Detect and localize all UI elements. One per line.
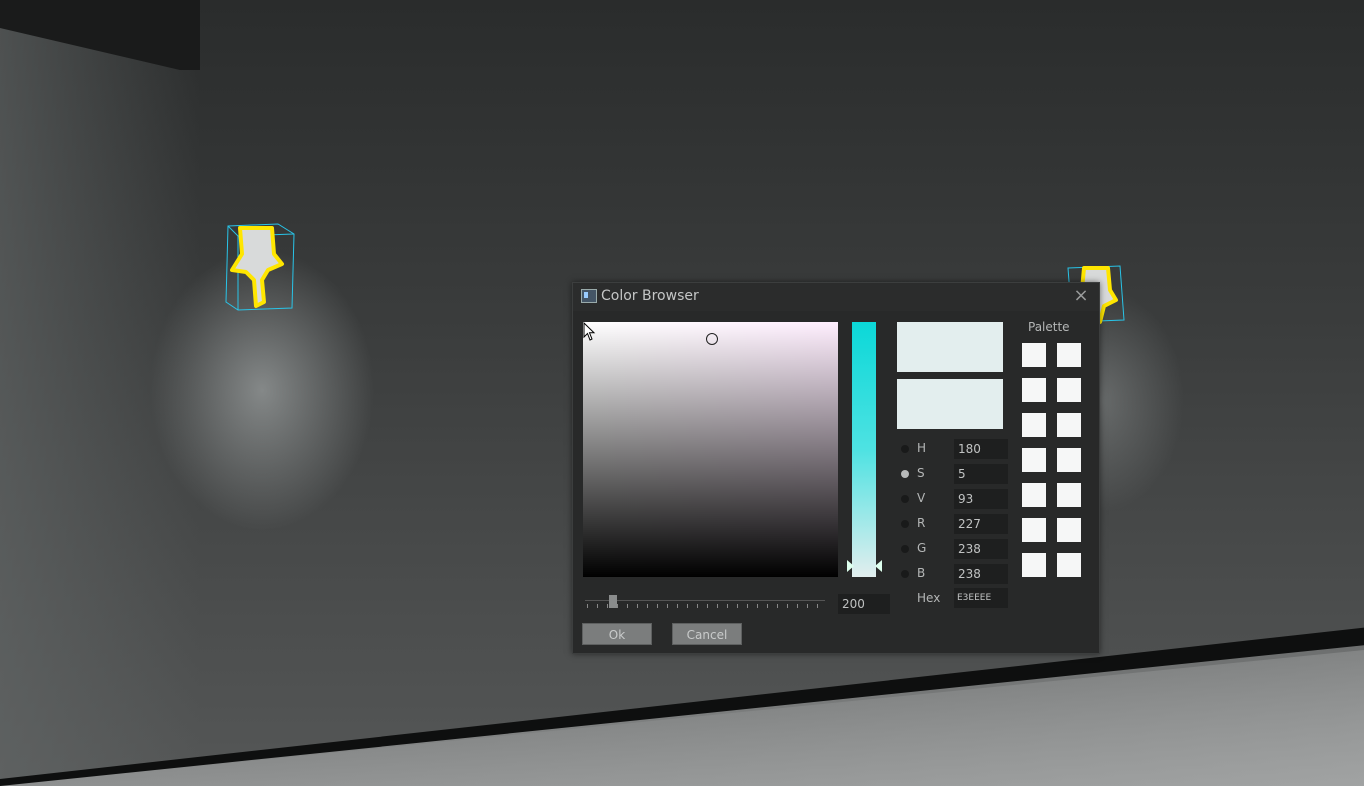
slider-tick bbox=[707, 604, 708, 608]
palette-swatch[interactable] bbox=[1022, 343, 1046, 367]
dialog-titlebar[interactable]: Color Browser × bbox=[573, 283, 1099, 311]
color-browser-icon bbox=[581, 289, 597, 303]
spot-light-gizmo-icon bbox=[225, 223, 295, 311]
param-label: V bbox=[917, 491, 926, 505]
palette-title: Palette bbox=[1028, 320, 1070, 334]
param-label: G bbox=[917, 541, 927, 555]
close-icon[interactable]: × bbox=[1073, 286, 1089, 306]
hue-marker-left-icon[interactable] bbox=[847, 560, 854, 572]
slider-tick bbox=[687, 604, 688, 608]
slider-tick bbox=[737, 604, 738, 608]
slider-value-field[interactable]: 200 bbox=[838, 594, 890, 614]
param-label: H bbox=[917, 441, 927, 455]
param-value-field[interactable]: 5 bbox=[954, 464, 1008, 484]
palette-swatch[interactable] bbox=[1022, 448, 1046, 472]
palette-swatch[interactable] bbox=[1057, 518, 1081, 542]
param-label: B bbox=[917, 566, 926, 580]
saturation-value-field[interactable] bbox=[583, 322, 838, 577]
slider-tick bbox=[717, 604, 718, 608]
param-row-h: H 180 bbox=[897, 439, 1009, 459]
radio-b[interactable] bbox=[901, 570, 909, 578]
mouse-cursor-icon bbox=[583, 322, 596, 341]
param-label: S bbox=[917, 466, 925, 480]
slider-track-line bbox=[585, 600, 825, 601]
slider-tick bbox=[607, 604, 608, 608]
radio-v[interactable] bbox=[901, 495, 909, 503]
scene-left-wall bbox=[0, 0, 200, 786]
slider-tick bbox=[727, 604, 728, 608]
palette-swatch[interactable] bbox=[1057, 413, 1081, 437]
dialog-title: Color Browser bbox=[601, 288, 699, 304]
slider-thumb[interactable] bbox=[609, 595, 617, 608]
slider-tick bbox=[767, 604, 768, 608]
new-color-swatch bbox=[897, 322, 1003, 372]
ok-button[interactable]: Ok bbox=[582, 623, 652, 645]
slider-tick bbox=[817, 604, 818, 608]
palette-swatch[interactable] bbox=[1057, 378, 1081, 402]
hue-marker-right-icon[interactable] bbox=[875, 560, 882, 572]
palette-swatch[interactable] bbox=[1057, 448, 1081, 472]
palette-swatch[interactable] bbox=[1022, 483, 1046, 507]
palette-swatch[interactable] bbox=[1022, 553, 1046, 577]
sv-marker[interactable] bbox=[706, 333, 718, 345]
slider-tick bbox=[627, 604, 628, 608]
slider-tick bbox=[777, 604, 778, 608]
param-value-field[interactable]: 227 bbox=[954, 514, 1008, 534]
hex-label: Hex bbox=[917, 591, 941, 605]
radio-g[interactable] bbox=[901, 545, 909, 553]
slider-tick bbox=[797, 604, 798, 608]
slider-tick bbox=[647, 604, 648, 608]
radio-r[interactable] bbox=[901, 520, 909, 528]
radio-h[interactable] bbox=[901, 445, 909, 453]
hue-strip[interactable] bbox=[852, 322, 876, 577]
param-label: R bbox=[917, 516, 926, 530]
slider-tick bbox=[697, 604, 698, 608]
slider-tick bbox=[787, 604, 788, 608]
param-row-b: B 238 bbox=[897, 564, 1009, 584]
cancel-button[interactable]: Cancel bbox=[672, 623, 742, 645]
slider-tick bbox=[807, 604, 808, 608]
slider-tick bbox=[677, 604, 678, 608]
hex-field[interactable]: E3EEEE bbox=[954, 588, 1008, 608]
radio-s[interactable] bbox=[901, 470, 909, 478]
intensity-slider[interactable] bbox=[585, 595, 825, 609]
param-row-s: S5 bbox=[897, 464, 1009, 484]
param-row-r: R 227 bbox=[897, 514, 1009, 534]
palette-swatch[interactable] bbox=[1022, 518, 1046, 542]
slider-tick bbox=[597, 604, 598, 608]
wall-lamp-left[interactable] bbox=[222, 220, 298, 314]
palette-swatch[interactable] bbox=[1057, 553, 1081, 577]
previous-color-swatch[interactable] bbox=[897, 379, 1003, 429]
param-value-field[interactable]: 93 bbox=[954, 489, 1008, 509]
slider-tick bbox=[657, 604, 658, 608]
param-value-field[interactable]: 238 bbox=[954, 539, 1008, 559]
slider-tick bbox=[667, 604, 668, 608]
palette-swatch[interactable] bbox=[1057, 483, 1081, 507]
palette-swatch[interactable] bbox=[1022, 378, 1046, 402]
slider-tick bbox=[757, 604, 758, 608]
slider-tick bbox=[637, 604, 638, 608]
param-row-g: G 238 bbox=[897, 539, 1009, 559]
slider-tick bbox=[587, 604, 588, 608]
param-value-field[interactable]: 180 bbox=[954, 439, 1008, 459]
palette-swatch[interactable] bbox=[1057, 343, 1081, 367]
slider-tick bbox=[747, 604, 748, 608]
palette-swatch[interactable] bbox=[1022, 413, 1046, 437]
param-value-field[interactable]: 238 bbox=[954, 564, 1008, 584]
param-row-v: V 93 bbox=[897, 489, 1009, 509]
color-browser-dialog: Color Browser × 200 H 180 S 5 V 93 R 227 G 238 B 23… bbox=[572, 282, 1100, 654]
slider-tick bbox=[617, 604, 618, 608]
